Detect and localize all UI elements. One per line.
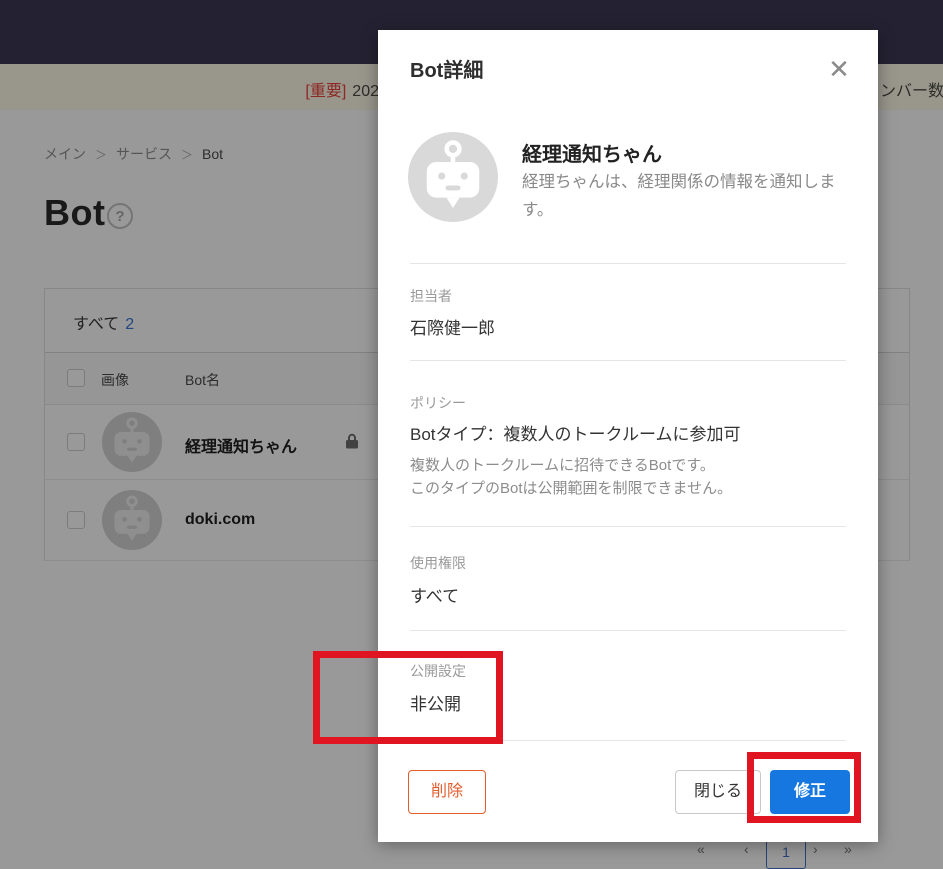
divider <box>410 526 846 527</box>
bot-avatar-large <box>408 132 498 222</box>
section-label-permission: 使用権限 <box>410 555 466 571</box>
policy-note-2: このタイプのBotは公開範囲を制限できません。 <box>410 480 733 497</box>
section-value-permission: すべて <box>410 587 460 606</box>
policy-note-1: 複数人のトークルームに招待できるBotです。 <box>410 457 715 474</box>
annotation-box-edit-button <box>747 752 861 823</box>
delete-button[interactable]: 削除 <box>408 770 486 814</box>
divider <box>410 360 846 361</box>
bot-name: 経理通知ちゃん <box>522 144 662 166</box>
divider <box>410 263 846 264</box>
section-label-policy: ポリシー <box>410 395 466 411</box>
section-value-manager: 石際健一郎 <box>410 319 495 338</box>
close-icon[interactable]: ✕ <box>826 56 852 82</box>
modal-title: Bot詳細 <box>410 60 484 82</box>
bot-description: 経理ちゃんは、経理関係の情報を通知します。 <box>522 173 836 219</box>
screen: [重要] 202 ンバー数 メイン＞サービス＞ Bot Bot ? すべて 2 画像 … <box>0 0 943 869</box>
robot-icon <box>426 140 480 208</box>
section-label-manager: 担当者 <box>410 288 452 304</box>
annotation-box-visibility <box>313 651 503 744</box>
divider <box>410 630 846 631</box>
section-value-policy: Botタイプ：複数人のトークルームに参加可 <box>410 425 741 444</box>
